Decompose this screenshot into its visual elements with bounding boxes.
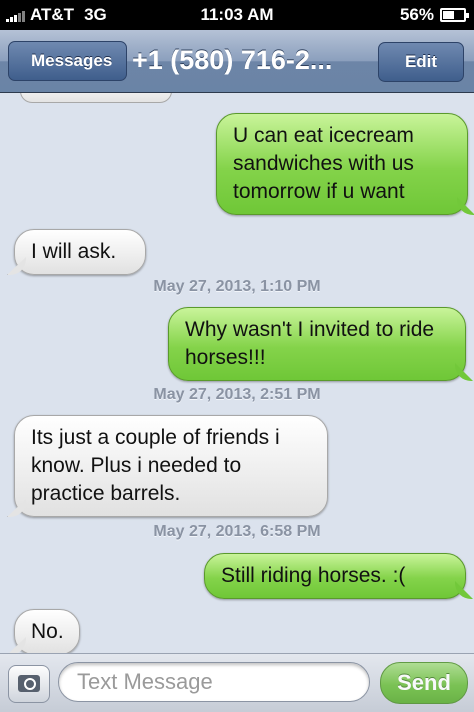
message-timestamp: May 27, 2013, 6:58 PM xyxy=(153,523,321,540)
message-text: U can eat icecream sandwiches with us to… xyxy=(233,124,414,203)
message-incoming[interactable]: Its just a couple of friends i know. Plu… xyxy=(14,415,328,517)
back-button-label: Messages xyxy=(31,51,113,70)
send-button[interactable]: Send xyxy=(380,662,468,704)
message-input-bar: Send xyxy=(0,653,474,712)
message-text: Why wasn't I invited to ride horses!!! xyxy=(185,318,435,369)
text-message-input[interactable] xyxy=(58,662,370,702)
battery-fill xyxy=(443,11,454,19)
message-timestamp: May 27, 2013, 2:51 PM xyxy=(153,386,321,403)
camera-icon xyxy=(18,675,40,692)
message-incoming[interactable]: No. xyxy=(14,609,80,653)
conversation-view[interactable]: U can eat icecream sandwiches with us to… xyxy=(0,93,474,653)
message-outgoing[interactable]: Why wasn't I invited to ride horses!!! xyxy=(168,307,466,381)
battery-icon xyxy=(440,8,469,22)
message-text: Its just a couple of friends i know. Plu… xyxy=(31,426,280,505)
message-outgoing[interactable]: U can eat icecream sandwiches with us to… xyxy=(216,113,468,215)
message-text: I will ask. xyxy=(31,240,117,263)
camera-button[interactable] xyxy=(8,665,50,703)
status-bar: AT&T 3G 11:03 AM 56% xyxy=(0,0,474,30)
message-text: Still riding horses. :( xyxy=(221,564,406,587)
contact-title: +1 (580) 716-2... xyxy=(132,45,333,75)
edit-button[interactable]: Edit xyxy=(378,42,464,82)
message-text: No. xyxy=(31,620,64,643)
partial-incoming-bubble xyxy=(20,93,172,103)
back-messages-button[interactable]: Messages xyxy=(8,41,128,81)
nav-bar: Messages +1 (580) 716-2... Edit xyxy=(0,30,474,93)
battery-percent: 56% xyxy=(399,5,434,24)
message-timestamp: May 27, 2013, 1:10 PM xyxy=(153,278,321,295)
message-incoming[interactable]: I will ask. xyxy=(14,229,146,275)
status-right: 56% xyxy=(399,5,469,25)
message-outgoing[interactable]: Still riding horses. :( xyxy=(204,553,466,599)
